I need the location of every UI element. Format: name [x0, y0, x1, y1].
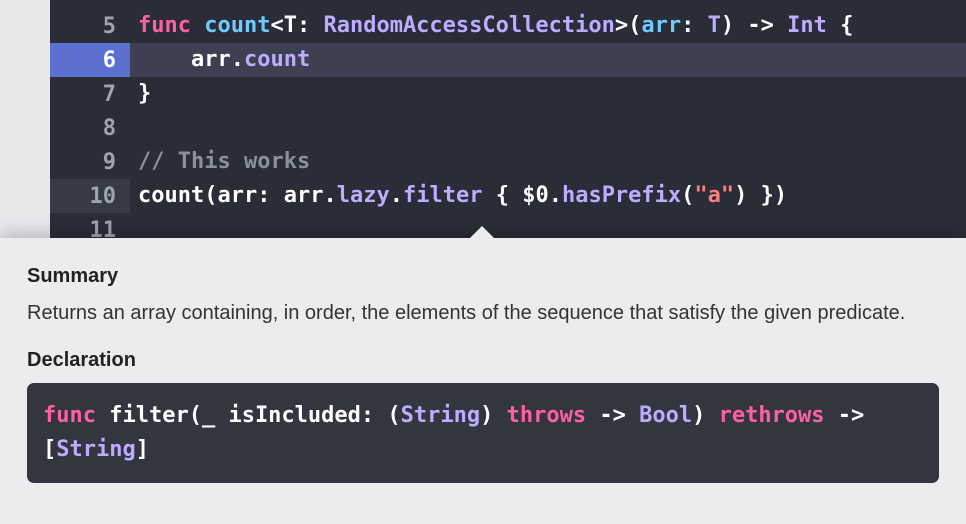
code-token: (: [204, 183, 217, 208]
code-token: func: [138, 13, 204, 38]
code-area[interactable]: func count<T: RandomAccessCollection>(ar…: [130, 0, 966, 245]
code-token: $0: [522, 183, 549, 208]
line-number[interactable]: 7: [50, 77, 130, 111]
code-token: {: [482, 183, 522, 208]
declaration-code: func filter(_ isIncluded: (String) throw…: [27, 383, 939, 483]
code-token: <: [270, 13, 283, 38]
decl-token: throws: [507, 403, 586, 428]
code-token: >(: [615, 13, 642, 38]
declaration-heading: Declaration: [27, 349, 939, 372]
code-line[interactable]: arr.count: [130, 43, 966, 77]
code-token: hasPrefix: [562, 183, 681, 208]
decl-token: String: [56, 437, 135, 462]
code-token: "a": [694, 183, 734, 208]
code-line[interactable]: func count<T: RandomAccessCollection>(ar…: [130, 9, 966, 43]
decl-token: _: [202, 403, 215, 428]
code-token: .: [549, 183, 562, 208]
line-number[interactable]: 6: [50, 43, 130, 77]
code-token: }: [138, 81, 151, 106]
code-token: count: [244, 47, 310, 72]
code-token: .: [323, 183, 336, 208]
code-token: .: [390, 183, 403, 208]
code-token: (: [681, 183, 694, 208]
code-token: :: [681, 13, 708, 38]
decl-token: filter(: [96, 403, 202, 428]
decl-token: ): [692, 403, 719, 428]
line-number[interactable]: 5: [50, 9, 130, 43]
code-token: // This works: [138, 149, 310, 174]
code-token: {: [827, 13, 854, 38]
decl-token: Bool: [639, 403, 692, 428]
line-gutter: 567891011: [50, 0, 130, 245]
code-token: RandomAccessCollection: [323, 13, 614, 38]
code-token: arr: [217, 183, 257, 208]
code-line[interactable]: [130, 111, 966, 145]
code-token: :: [297, 13, 324, 38]
code-token: T: [708, 13, 721, 38]
code-token: ) }): [734, 183, 787, 208]
code-token: arr: [284, 183, 324, 208]
code-token: filter: [403, 183, 482, 208]
summary-text: Returns an array containing, in order, t…: [27, 299, 939, 327]
code-token: count: [204, 13, 270, 38]
line-number[interactable]: 10: [50, 179, 130, 213]
decl-token: func: [43, 403, 96, 428]
decl-token: ->: [586, 403, 639, 428]
code-token: arr: [641, 13, 681, 38]
decl-token: String: [401, 403, 480, 428]
code-line[interactable]: }: [130, 77, 966, 111]
code-token: lazy: [337, 183, 390, 208]
code-token: count: [138, 183, 204, 208]
code-token: :: [257, 183, 284, 208]
summary-heading: Summary: [27, 265, 939, 288]
code-token: T: [284, 13, 297, 38]
line-number[interactable]: 8: [50, 111, 130, 145]
code-token: arr.: [138, 47, 244, 72]
decl-token: ]: [136, 437, 149, 462]
code-token: Int: [787, 13, 827, 38]
code-line[interactable]: count(arr: arr.lazy.filter { $0.hasPrefi…: [130, 179, 966, 213]
decl-token: isIncluded: (: [215, 403, 400, 428]
code-token: ) ->: [721, 13, 787, 38]
code-editor[interactable]: 567891011 func count<T: RandomAccessColl…: [50, 0, 966, 245]
decl-token: rethrows: [719, 403, 825, 428]
decl-token: ): [480, 403, 507, 428]
documentation-popover: Summary Returns an array containing, in …: [0, 238, 966, 524]
code-line[interactable]: // This works: [130, 145, 966, 179]
line-number[interactable]: 9: [50, 145, 130, 179]
